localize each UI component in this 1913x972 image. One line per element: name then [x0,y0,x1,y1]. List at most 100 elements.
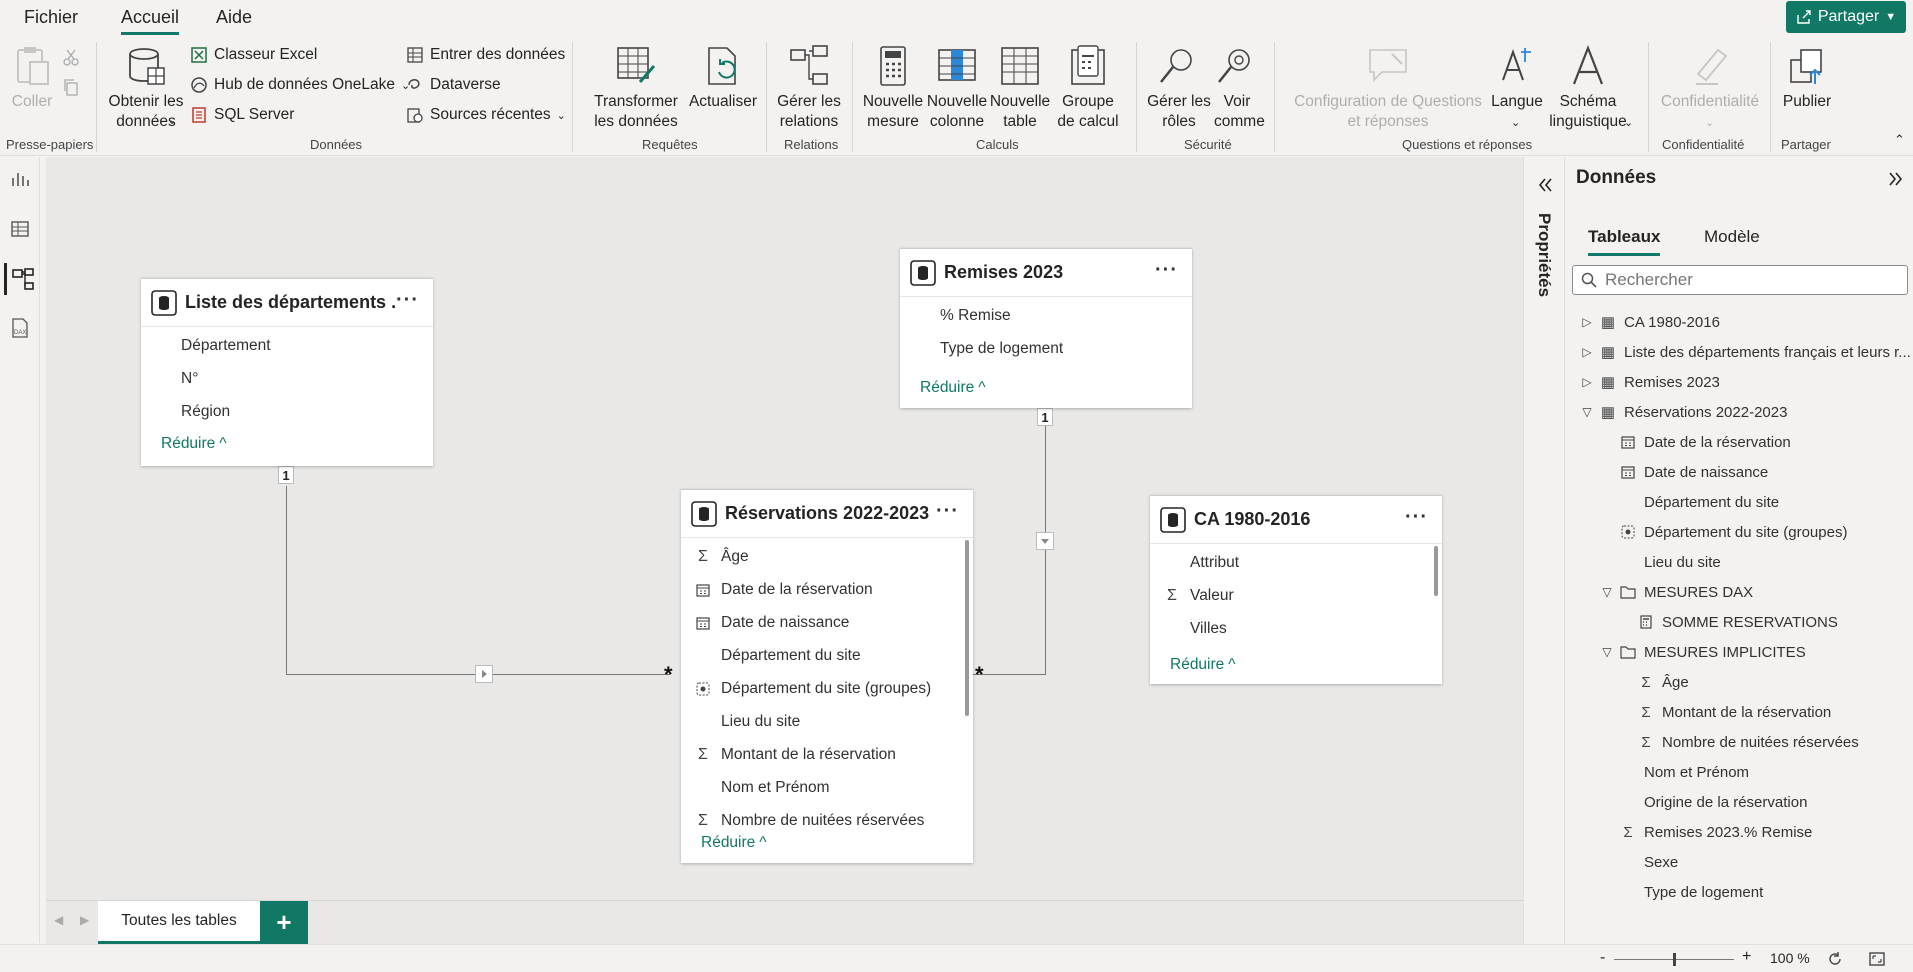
onelake-hub-button[interactable]: Hub de données OneLake ⌄ [190,76,410,94]
tab-model[interactable]: Modèle [1704,227,1760,247]
table-card-ca[interactable]: CA 1980-2016 ··· Attribut Σ Valeur Villes… [1150,495,1442,684]
sql-server-button[interactable]: SQL Server [190,106,294,124]
tab-all-tables[interactable]: Toutes les tables [98,901,260,944]
table-field[interactable]: N° [141,362,433,395]
tree-measure[interactable]: Σ Âge [1638,667,1688,697]
tree-folder-implicit[interactable]: ▽ MESURES IMPLICITES [1600,637,1805,667]
table-field[interactable]: % Remise [900,299,1192,332]
table-field[interactable]: Département [141,329,433,362]
sensitivity-button[interactable]: Confidentialité [1656,44,1764,112]
table-field[interactable]: Σ Nombre de nuitées réservées [681,804,973,837]
chevron-down-icon[interactable]: ▽ [1600,645,1614,659]
tree-field[interactable]: Département du site (groupes) [1620,517,1847,547]
table-card-header[interactable]: CA 1980-2016 ··· [1150,496,1442,544]
tree-table-departements[interactable]: ▷ ▦ Liste des départements français et leu… [1580,337,1910,367]
excel-workbook-button[interactable]: Classeur Excel [190,46,317,64]
table-field[interactable]: Lieu du site [681,705,973,738]
language-button[interactable]: Langue [1490,44,1544,112]
zoom-in-button[interactable]: + [1742,948,1751,966]
tree-field[interactable]: Origine de la réservation [1644,787,1807,817]
table-card-header[interactable]: Réservations 2022-2023 ··· [681,490,973,538]
reset-zoom-icon[interactable] [1826,950,1844,968]
tree-measure[interactable]: Σ Nombre de nuitées réservées [1638,727,1858,757]
tree-field[interactable]: Lieu du site [1644,547,1721,577]
tree-table-ca[interactable]: ▷ ▦ CA 1980-2016 [1580,307,1720,337]
menu-home[interactable]: Accueil [121,7,180,35]
tree-folder-dax[interactable]: ▽ MESURES DAX [1600,577,1753,607]
collapse-card-button[interactable]: Réduire ^ [920,379,986,397]
more-options-icon[interactable]: ··· [396,289,419,312]
chevron-down-icon[interactable]: ▽ [1580,405,1594,419]
chevron-right-icon[interactable]: ▷ [1580,375,1594,389]
tree-table-remises[interactable]: ▷ ▦ Remises 2023 [1580,367,1720,397]
expand-properties-icon[interactable] [1537,177,1553,193]
collapse-card-button[interactable]: Réduire ^ [161,435,227,453]
table-field[interactable]: Région [141,395,433,428]
tree-field[interactable]: Nom et Prénom [1644,757,1749,787]
table-field[interactable]: Département du site (groupes) [681,672,973,705]
scroll-right-icon[interactable]: ▶ [80,913,89,927]
table-card-reservations[interactable]: Réservations 2022-2023 ··· Σ Âge Date de … [681,489,973,863]
zoom-level[interactable]: 100 % [1770,950,1810,966]
search-field[interactable] [1572,265,1908,295]
new-column-button[interactable]: Nouvelle colonne [926,44,988,132]
more-options-icon[interactable]: ··· [1155,259,1178,282]
table-field[interactable]: Nom et Prénom [681,771,973,804]
tree-field[interactable]: Sexe [1644,847,1678,877]
table-field[interactable]: Date de la réservation [681,573,973,606]
menu-help[interactable]: Aide [216,7,252,28]
chevron-down-icon[interactable]: ▽ [1600,585,1614,599]
manage-relationships-button[interactable]: Gérer les relations [774,44,844,132]
table-card-departements[interactable]: Liste des départements ... ··· Départeme… [141,278,433,466]
calc-group-button[interactable]: Groupe de calcul [1052,44,1124,132]
model-view-icon[interactable] [4,263,36,295]
new-measure-button[interactable]: Nouvelle mesure [860,44,926,132]
tab-tables[interactable]: Tableaux [1588,227,1661,256]
new-table-button[interactable]: Nouvelle table [988,44,1052,132]
filter-direction-arrow-icon[interactable] [475,665,493,683]
filter-direction-arrow-icon[interactable] [1036,532,1054,550]
table-field[interactable]: Type de logement [900,332,1192,365]
table-field[interactable]: Département du site [681,639,973,672]
collapse-card-button[interactable]: Réduire ^ [1170,656,1236,674]
table-field[interactable]: Attribut [1150,546,1442,579]
table-view-icon[interactable] [10,219,30,239]
table-card-header[interactable]: Liste des départements ... ··· [141,279,433,327]
more-options-icon[interactable]: ··· [1405,506,1428,529]
view-as-button[interactable]: Voir comme [1214,44,1265,132]
zoom-slider-thumb[interactable] [1673,953,1676,966]
linguistic-schema-button[interactable]: Schéma linguistique [1544,44,1632,132]
dax-query-view-icon[interactable]: DAX [9,317,31,339]
collapse-ribbon-icon[interactable]: ⌃ [1894,132,1905,148]
table-field[interactable]: Σ Montant de la réservation [681,738,973,771]
refresh-button[interactable]: Actualiser [688,44,758,112]
tree-field[interactable]: Σ Remises 2023.% Remise [1620,817,1812,847]
chevron-right-icon[interactable]: ▷ [1580,315,1594,329]
zoom-out-button[interactable]: - [1600,949,1605,967]
collapse-card-button[interactable]: Réduire ^ [701,834,767,852]
table-card-remises[interactable]: Remises 2023 ··· % Remise Type de logeme… [900,248,1192,408]
properties-pane-collapsed[interactable]: Propriétés [1523,157,1565,944]
search-input[interactable] [1605,270,1895,290]
more-options-icon[interactable]: ··· [936,500,959,523]
manage-roles-button[interactable]: Gérer les rôles [1144,44,1214,132]
recent-sources-button[interactable]: Sources récentes ⌄ [406,106,566,124]
add-layout-button[interactable]: + [260,901,308,944]
chevron-right-icon[interactable]: ▷ [1580,345,1594,359]
tree-field[interactable]: Date de la réservation [1620,427,1791,457]
dataverse-button[interactable]: Dataverse [406,76,501,94]
tree-measure[interactable]: SOMME RESERVATIONS [1638,607,1838,637]
paste-button[interactable]: Coller [8,44,56,112]
tree-measure[interactable]: Σ Montant de la réservation [1638,697,1831,727]
copy-icon[interactable] [62,78,80,96]
tree-field[interactable]: Date de naissance [1620,457,1768,487]
enter-data-button[interactable]: Entrer des données [406,46,565,64]
transform-data-button[interactable]: Transformer les données [584,44,688,132]
share-button[interactable]: Partager ▼ [1786,1,1906,33]
collapse-pane-icon[interactable] [1888,171,1904,187]
tree-field[interactable]: Type de logement [1644,877,1763,907]
tree-field[interactable]: Département du site [1644,487,1779,517]
table-field[interactable]: Date de naissance [681,606,973,639]
scroll-left-icon[interactable]: ◀ [54,913,63,927]
publish-button[interactable]: Publier [1778,44,1836,112]
